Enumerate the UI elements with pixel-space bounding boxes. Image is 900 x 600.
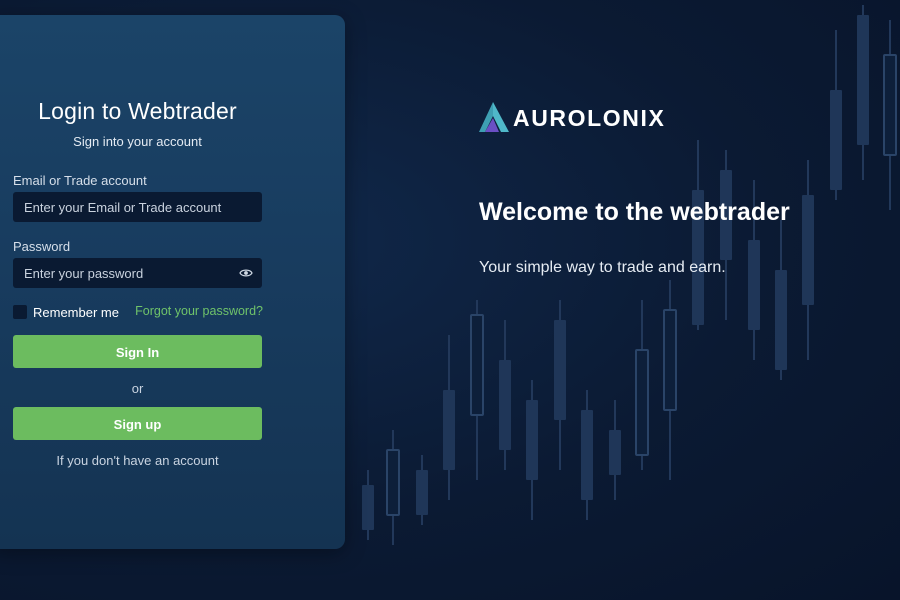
candle-body [748,240,760,330]
email-input[interactable] [13,192,262,222]
sign-in-button[interactable]: Sign In [13,335,262,368]
remember-checkbox[interactable] [13,305,27,319]
or-divider: or [131,381,144,396]
candle-body [609,430,621,475]
welcome-subtitle: Your simple way to trade and earn. [479,259,726,276]
login-title: Login to Webtrader [38,98,237,124]
remember-row: Remember me Forgot your password? [13,304,263,320]
welcome-title: Welcome to the webtrader [479,198,790,226]
email-field-wrapper [13,192,262,222]
forgot-password-link[interactable]: Forgot your password? [135,304,263,318]
candle-body [554,320,566,420]
candle-body [470,314,484,416]
remember-label[interactable]: Remember me [33,305,119,320]
password-field-wrapper [13,258,262,288]
candle-body [416,470,428,515]
no-account-note: If you don't have an account [56,453,219,468]
email-label: Email or Trade account [13,173,147,188]
candle-body [499,360,511,450]
candle-body [386,449,400,516]
candle-body [830,90,842,190]
candle-body [443,390,455,470]
candle-body [857,15,869,145]
candle-body [775,270,787,370]
brand: AUROLONIX [479,100,679,134]
candle-body [635,349,649,456]
password-input[interactable] [13,258,262,288]
eye-icon[interactable] [239,267,253,279]
candle-body [883,54,897,156]
login-subtitle: Sign into your account [73,134,202,149]
triangle-logo-icon [479,102,509,132]
password-label: Password [13,239,71,254]
candle-body [362,485,374,530]
candle-body [663,309,677,411]
brand-name: AUROLONIX [513,105,666,131]
candle-body [581,410,593,500]
sign-up-button[interactable]: Sign up [13,407,262,440]
candle-body [526,400,538,480]
candle-body [802,195,814,305]
